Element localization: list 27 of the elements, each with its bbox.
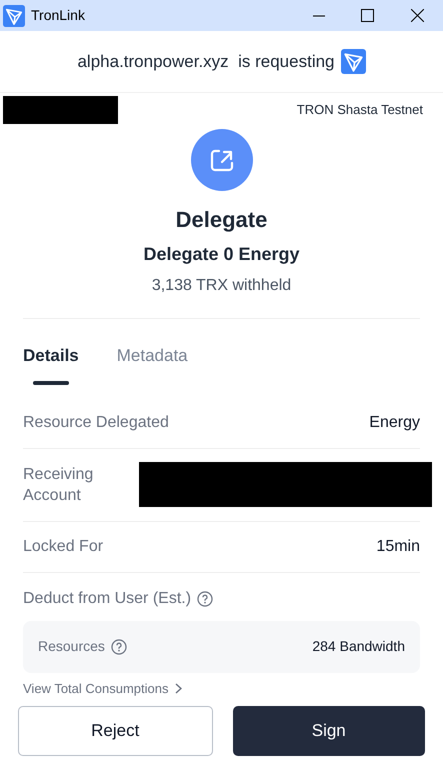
tab[interactable]: Metadata: [116, 343, 188, 384]
sign-button[interactable]: Sign: [232, 706, 425, 756]
detail-label: Resource Delegated: [23, 412, 169, 432]
withheld-note: 3,138 TRX withheld: [152, 276, 292, 296]
resources-label: Resources: [38, 637, 105, 656]
detail-label: Receiving Account: [23, 464, 94, 506]
chevron-right-icon: [174, 682, 182, 694]
app-logo-icon: [340, 49, 366, 74]
detail-value: 15min: [376, 536, 420, 556]
detail-label: Locked For: [23, 536, 104, 556]
help-icon[interactable]: [197, 590, 214, 606]
action-title: Delegate: [176, 206, 268, 234]
window-title: TronLink: [31, 6, 85, 25]
deduct-label: Deduct from User (Est.): [23, 588, 192, 608]
tab[interactable]: Details: [23, 343, 79, 384]
minimize-icon: [313, 14, 325, 16]
resources-value: 284 Bandwidth: [312, 637, 405, 656]
maximize-icon: [360, 9, 374, 22]
app-logo-icon: [3, 4, 25, 26]
detail-value: Energy: [369, 412, 420, 432]
reject-button[interactable]: Reject: [18, 706, 212, 756]
close-icon: [410, 9, 424, 22]
request-text: alpha.tronpower.xyz is requesting: [77, 50, 335, 73]
help-icon[interactable]: [110, 638, 127, 654]
view-total-link[interactable]: View Total Consumptions: [23, 678, 182, 698]
action-subtitle: Delegate 0 Energy: [143, 243, 300, 266]
network-label: TRON Shasta Testnet: [296, 101, 423, 120]
